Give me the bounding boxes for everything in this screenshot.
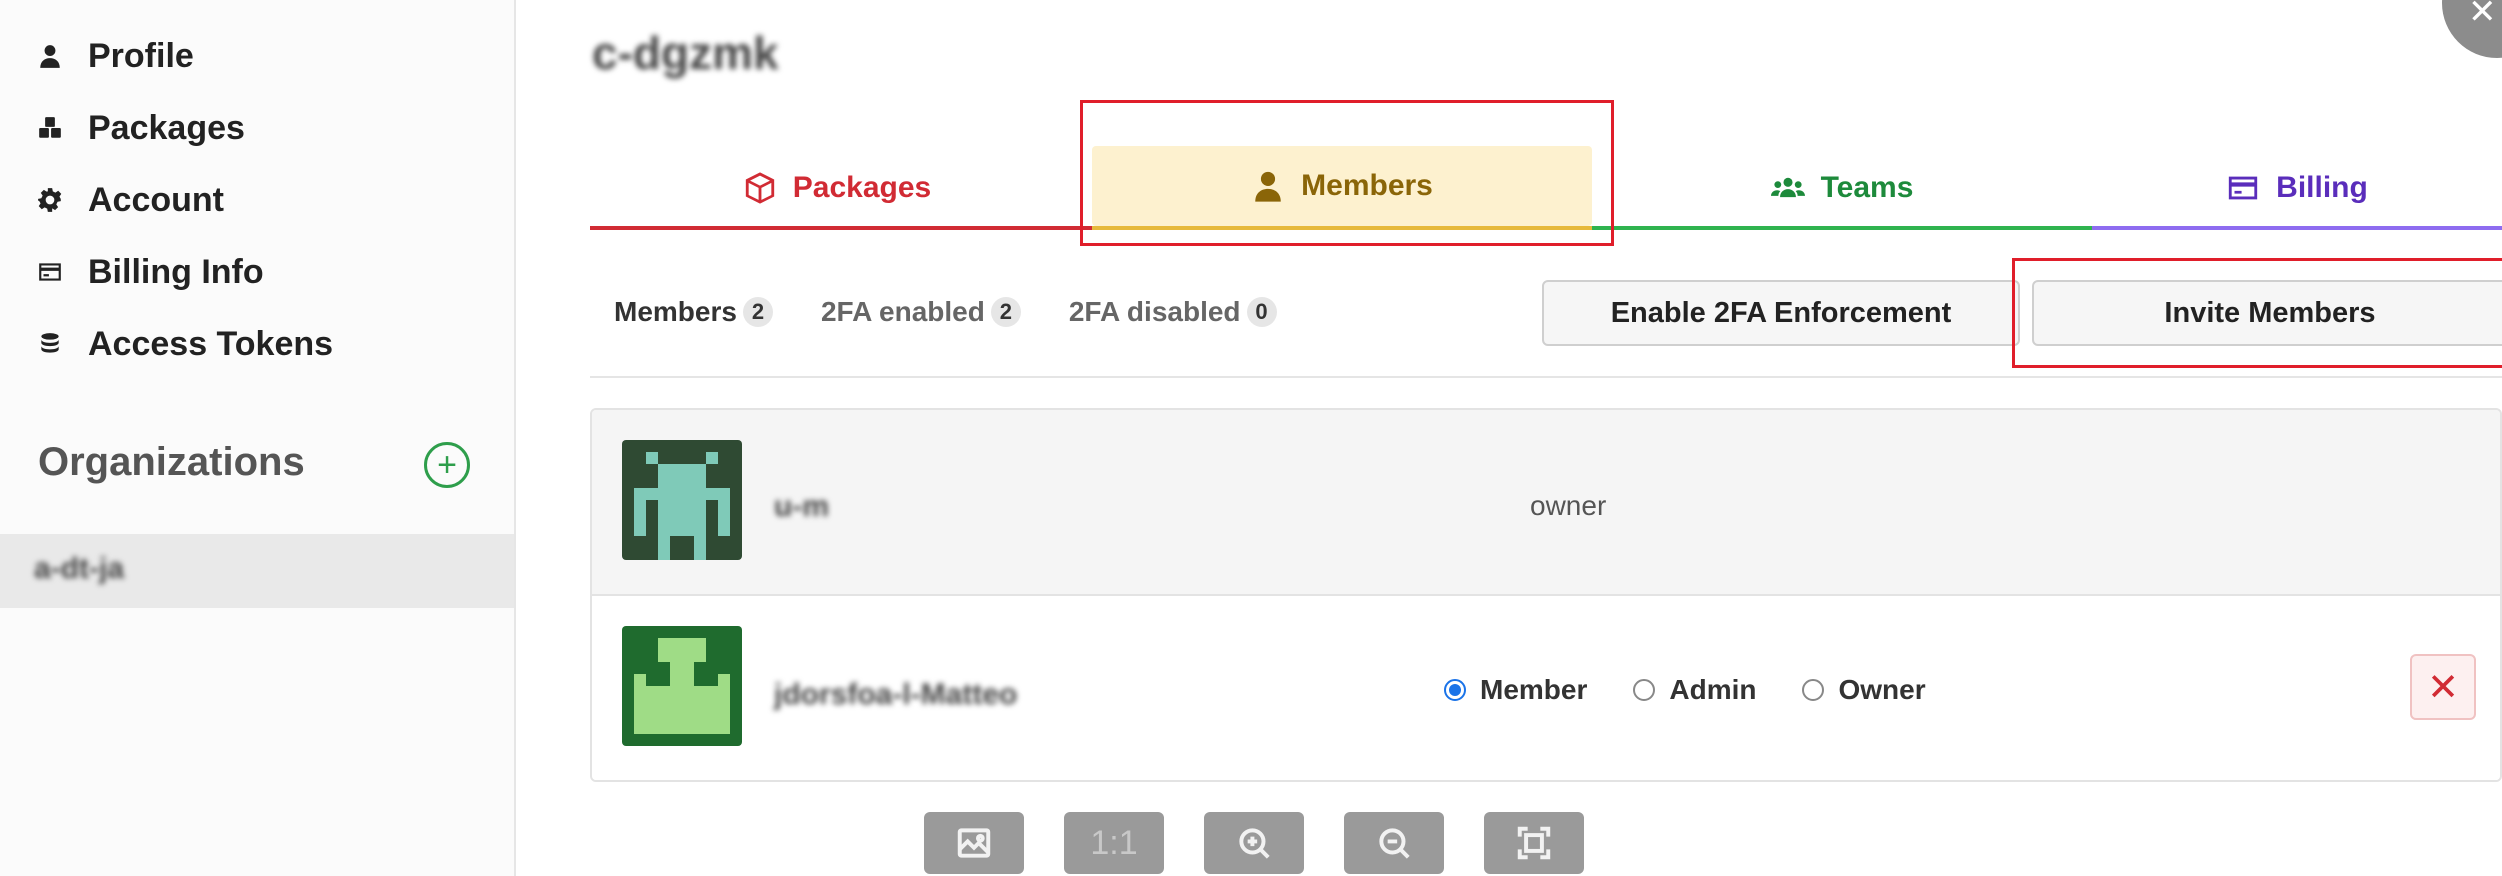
users-icon — [1770, 177, 1805, 198]
member-row: u-m owner — [592, 410, 2500, 596]
sidebar-item-profile[interactable]: Profile — [32, 26, 194, 86]
tab-label: Members — [1301, 169, 1433, 202]
page-title: c-dgzmk — [592, 27, 779, 79]
count-badge: 2 — [742, 297, 773, 327]
divider — [590, 376, 2502, 378]
tab-packages[interactable]: Packages — [590, 146, 1084, 230]
radio-button[interactable] — [1633, 679, 1656, 701]
member-role: owner — [1530, 490, 1607, 521]
tab-underline-teams — [1592, 226, 2092, 230]
member-filters: Members 2 2FA enabled 2 2FA disabled 0 — [614, 296, 1277, 328]
tab-underline-billing — [2092, 226, 2502, 230]
sidebar-item-label: Access Tokens — [88, 324, 334, 363]
credit-card-icon — [2229, 176, 2258, 200]
filter-label: 2FA enabled — [820, 296, 985, 327]
gear-icon — [32, 187, 68, 213]
plus-icon: + — [437, 446, 457, 484]
count-badge: 2 — [990, 297, 1021, 327]
member-row: jdorsfoa-l-Matteo Member Admin Owner ✕ — [592, 598, 2500, 780]
tab-bar: Packages Members Teams Billing — [590, 140, 2502, 232]
close-viewer-button[interactable]: ✕ — [2442, 0, 2502, 58]
role-radio-admin[interactable]: Admin — [1633, 674, 1756, 706]
tab-underline-members — [1092, 226, 1592, 230]
filter-members[interactable]: Members 2 — [614, 296, 773, 328]
member-name: jdorsfoa-l-Matteo — [774, 678, 1018, 711]
zoom-in-icon — [1239, 828, 1270, 859]
filter-label: 2FA disabled — [1068, 296, 1241, 327]
tab-billing[interactable]: Billing — [2092, 146, 2502, 230]
add-organization-button[interactable]: + — [424, 442, 470, 488]
role-radio-owner[interactable]: Owner — [1802, 674, 1926, 706]
image-edit-button[interactable] — [924, 812, 1024, 874]
tab-label: Teams — [1820, 171, 1914, 204]
avatar — [622, 626, 742, 746]
actual-size-label: 1:1 — [1090, 823, 1138, 862]
sidebar-item-label: Profile — [88, 36, 194, 75]
viewer-toolbar: 1:1 — [924, 812, 1584, 874]
radio-label: Owner — [1838, 674, 1926, 705]
sidebar-item-account[interactable]: Account — [32, 170, 224, 230]
radio-label: Admin — [1669, 674, 1757, 705]
member-name: u-m — [774, 490, 829, 523]
sidebar-item-access-tokens[interactable]: Access Tokens — [32, 314, 333, 374]
organization-name: a-dt-ja — [34, 552, 124, 585]
tab-label: Billing — [2276, 171, 2368, 204]
actual-size-button[interactable]: 1:1 — [1064, 812, 1164, 874]
members-list: u-m owner jdorsfoa-l-Matteo Member Admin… — [590, 408, 2502, 782]
radio-button[interactable] — [1444, 679, 1466, 701]
radio-button[interactable] — [1802, 679, 1825, 701]
sidebar-item-billing-info[interactable]: Billing Info — [32, 242, 264, 302]
close-icon: ✕ — [2427, 666, 2459, 709]
zoom-out-button[interactable] — [1344, 812, 1444, 874]
zoom-in-button[interactable] — [1204, 812, 1304, 874]
user-icon — [32, 43, 68, 69]
avatar — [622, 440, 742, 560]
filter-2fa-enabled[interactable]: 2FA enabled 2 — [821, 296, 1021, 328]
fit-screen-icon — [1517, 826, 1551, 860]
credit-card-icon — [32, 259, 68, 285]
fit-screen-button[interactable] — [1484, 812, 1584, 874]
user-icon — [1255, 171, 1281, 202]
coins-icon — [32, 331, 68, 357]
tab-teams[interactable]: Teams — [1592, 146, 2092, 230]
sidebar-item-label: Billing Info — [88, 252, 264, 291]
sidebar: Profile Packages Account Billing Info Ac… — [0, 0, 516, 876]
tab-members[interactable]: Members — [1092, 146, 1592, 226]
close-icon: ✕ — [2468, 0, 2497, 31]
box-icon — [745, 172, 774, 204]
enable-2fa-enforcement-button[interactable]: Enable 2FA Enforcement — [1542, 280, 2020, 346]
filter-2fa-disabled[interactable]: 2FA disabled 0 — [1069, 296, 1277, 328]
tab-underline-packages — [590, 226, 1092, 230]
count-badge: 0 — [1246, 297, 1277, 327]
sidebar-item-label: Account — [88, 180, 224, 219]
radio-label: Member — [1480, 674, 1588, 705]
packages-icon — [32, 115, 68, 141]
sidebar-item-packages[interactable]: Packages — [32, 98, 245, 158]
role-selector: Member Admin Owner — [1444, 674, 1926, 706]
role-radio-member[interactable]: Member — [1444, 674, 1587, 706]
sidebar-item-label: Packages — [88, 108, 245, 147]
zoom-out-icon — [1379, 828, 1410, 859]
tab-label: Packages — [792, 171, 932, 204]
remove-member-button[interactable]: ✕ — [2410, 654, 2476, 720]
page: Profile Packages Account Billing Info Ac… — [0, 0, 2502, 876]
filter-label: Members — [614, 296, 737, 327]
invite-members-button[interactable]: Invite Members — [2032, 280, 2502, 346]
image-icon — [957, 828, 991, 858]
sidebar-item-organization[interactable]: a-dt-ja — [0, 534, 514, 608]
organizations-heading: Organizations — [38, 440, 305, 484]
